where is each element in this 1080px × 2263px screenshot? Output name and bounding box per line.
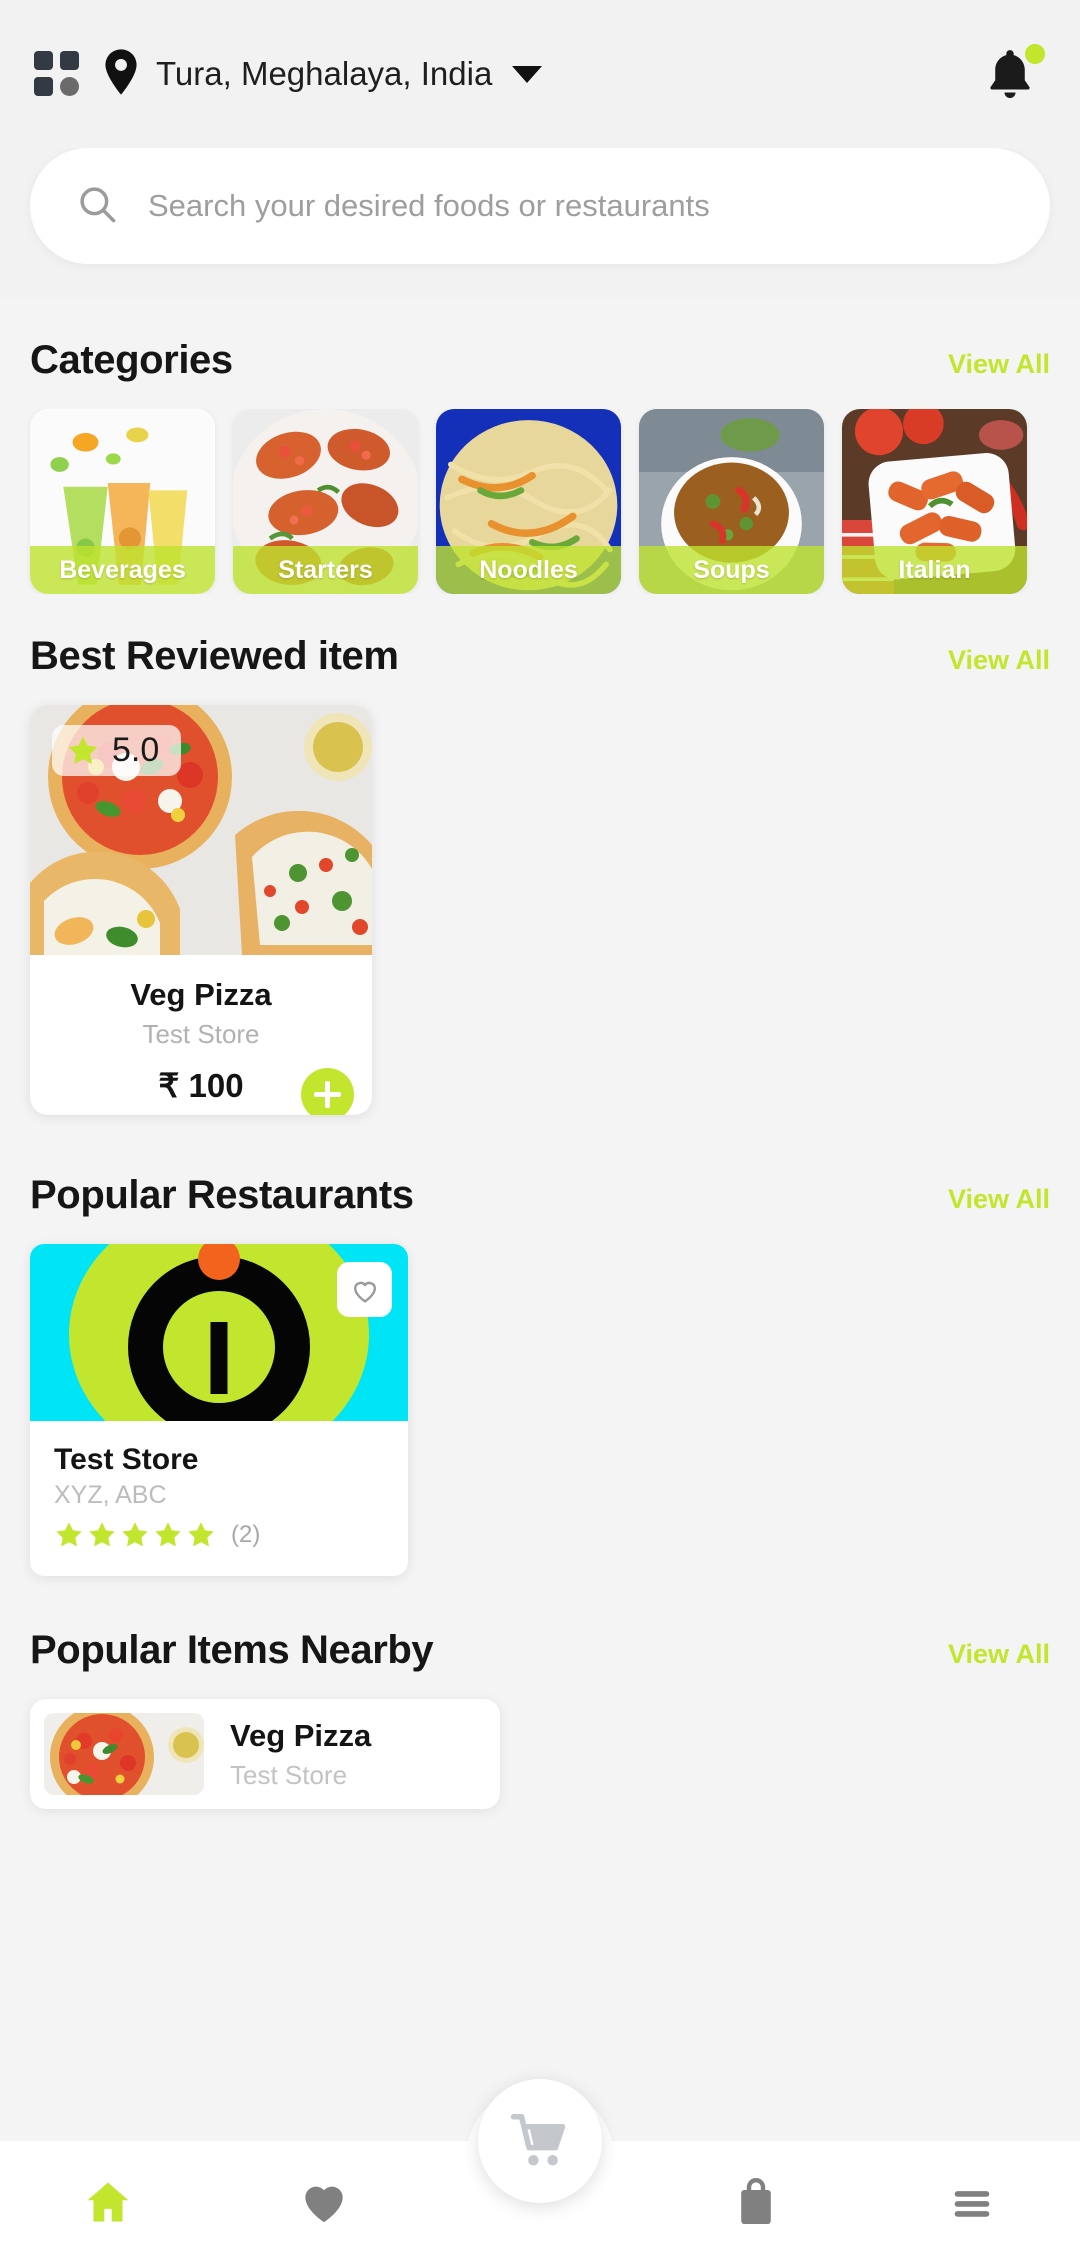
food-name: Veg Pizza: [130, 977, 272, 1012]
nearby-item-store: Test Store: [230, 1759, 348, 1790]
favorite-button[interactable]: [337, 1262, 392, 1317]
rating-badge: 5.0: [52, 725, 182, 776]
category-label: Starters: [233, 546, 418, 594]
rating-value: 5.0: [112, 731, 160, 769]
search-icon: [76, 183, 118, 230]
grid-menu-icon[interactable]: [34, 51, 80, 97]
restaurant-card[interactable]: Test Store XYZ, ABC (2): [30, 1244, 408, 1576]
add-to-cart-button[interactable]: [301, 1068, 354, 1115]
bag-icon: [741, 2178, 771, 2224]
best-reviewed-section-header: Best Reviewed item View All: [0, 634, 1080, 679]
restaurant-address: XYZ, ABC: [54, 1481, 167, 1509]
category-card[interactable]: Beverages: [30, 409, 215, 594]
popular-restaurants-section-header: Popular Restaurants View All: [0, 1173, 1080, 1218]
section-title: Best Reviewed item: [30, 634, 399, 678]
nav-item-orders[interactable]: [648, 2141, 864, 2263]
nearby-item-text: Veg Pizza Test Store: [230, 1718, 371, 1791]
search-input[interactable]: [148, 188, 1004, 224]
category-label: Italian: [842, 546, 1027, 594]
best-reviewed-card[interactable]: 5.0 Veg Pizza Test Store ₹ 100: [30, 705, 372, 1115]
best-reviewed-view-all[interactable]: View All: [948, 645, 1050, 676]
section-title: Popular Restaurants: [30, 1173, 414, 1217]
star-icon: [89, 1522, 115, 1547]
categories-view-all[interactable]: View All: [948, 349, 1050, 380]
restaurant-info: Test Store XYZ, ABC (2): [30, 1421, 408, 1576]
search-section: [0, 148, 1080, 298]
category-label: Noodles: [436, 546, 621, 594]
banner-bar-shape: [210, 1322, 228, 1394]
star-icon: [68, 736, 98, 764]
restaurant-rating: (2): [54, 1520, 384, 1550]
food-card-body: Veg Pizza Test Store ₹ 100: [30, 955, 372, 1115]
cart-fab-button[interactable]: [478, 2079, 602, 2203]
category-card[interactable]: Soups: [639, 409, 824, 594]
notification-button[interactable]: [980, 41, 1048, 107]
hamburger-menu-icon: [954, 2191, 990, 2217]
nav-item-menu[interactable]: [864, 2141, 1080, 2263]
nav-item-favorites[interactable]: [216, 2141, 432, 2263]
star-icon: [188, 1522, 214, 1547]
chevron-down-icon[interactable]: [512, 65, 543, 83]
category-card[interactable]: Starters: [233, 409, 418, 594]
category-label: Soups: [639, 546, 824, 594]
food-image-container: 5.0: [30, 705, 372, 955]
nav-item-home[interactable]: [0, 2141, 216, 2263]
category-card[interactable]: Italian: [842, 409, 1027, 594]
star-icon: [56, 1522, 82, 1547]
popular-restaurants-view-all[interactable]: View All: [948, 1184, 1050, 1215]
shopping-cart-icon: [510, 2114, 566, 2166]
categories-list[interactable]: Beverages Starters Noodles Soups Italian: [0, 409, 1080, 594]
location-pin-icon: [104, 48, 138, 100]
section-title: Popular Items Nearby: [30, 1628, 434, 1672]
notification-badge-dot: [1022, 41, 1048, 67]
star-icon: [122, 1522, 148, 1547]
search-bar[interactable]: [30, 148, 1050, 264]
nearby-item-row[interactable]: Veg Pizza Test Store: [30, 1699, 500, 1809]
review-count: (2): [231, 1521, 261, 1548]
star-icon: [155, 1522, 181, 1547]
heart-outline-icon: [353, 1281, 376, 1303]
nearby-item-name: Veg Pizza: [230, 1717, 372, 1753]
location-label[interactable]: Tura, Meghalaya, India: [156, 55, 492, 93]
nearby-item-image: [44, 1713, 204, 1795]
popular-nearby-section-header: Popular Items Nearby View All: [0, 1628, 1080, 1673]
category-label: Beverages: [30, 546, 215, 594]
categories-section-header: Categories View All: [0, 338, 1080, 383]
popular-nearby-view-all[interactable]: View All: [948, 1639, 1050, 1670]
section-title: Categories: [30, 338, 233, 382]
category-card[interactable]: Noodles: [436, 409, 621, 594]
app-header: Tura, Meghalaya, India: [0, 0, 1080, 148]
food-store-name: Test Store: [142, 1019, 260, 1049]
heart-icon: [305, 2186, 343, 2223]
restaurant-name: Test Store: [54, 1443, 199, 1476]
restaurant-banner: [30, 1244, 408, 1421]
home-icon: [87, 2182, 129, 2222]
